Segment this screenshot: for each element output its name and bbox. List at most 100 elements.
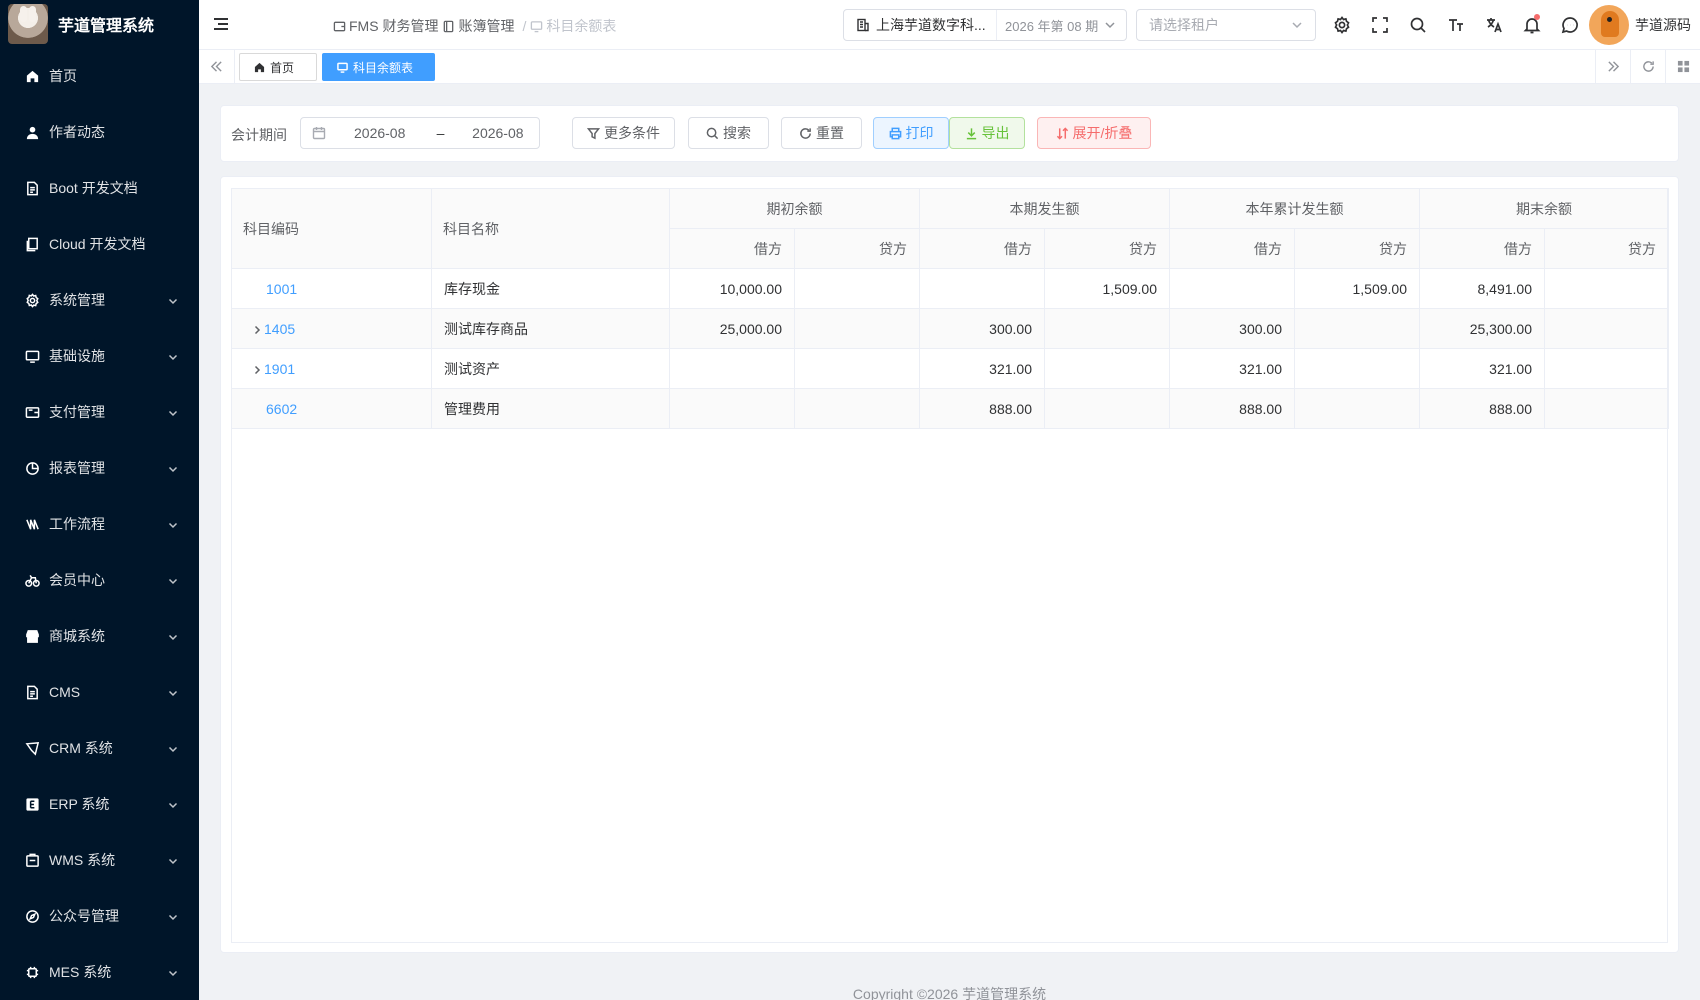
sidebar-item[interactable]: 公众号管理 bbox=[0, 888, 199, 944]
translate-icon[interactable] bbox=[1475, 14, 1513, 36]
sidebar-item-label: 报表管理 bbox=[49, 460, 105, 476]
font-size-icon[interactable] bbox=[1437, 14, 1475, 36]
bell-icon[interactable] bbox=[1513, 14, 1551, 36]
documents-icon bbox=[24, 236, 40, 252]
company-period-selector[interactable]: 上海芋道数字科... 2026 年第 08 期 bbox=[843, 9, 1127, 41]
account-code[interactable]: 1405 bbox=[264, 321, 295, 337]
sidebar-item[interactable]: MES 系统 bbox=[0, 944, 199, 1000]
column-header-debit: 借方 bbox=[669, 228, 795, 269]
filter-icon bbox=[587, 127, 600, 139]
sidebar-item[interactable]: CRM 系统 bbox=[0, 720, 199, 776]
sidebar-item[interactable]: ERP 系统 bbox=[0, 776, 199, 832]
grid-menu-icon[interactable] bbox=[1665, 50, 1700, 83]
company-select[interactable]: 上海芋道数字科... bbox=[844, 10, 997, 40]
sidebar-item[interactable]: 工作流程 bbox=[0, 496, 199, 552]
table-row[interactable]: 1901 测试资产 321.00 321.00 321.00 bbox=[231, 348, 1669, 389]
tenant-select[interactable]: 请选择租户 bbox=[1136, 9, 1316, 41]
collapse-menu-icon[interactable] bbox=[213, 16, 229, 32]
export-button[interactable]: 导出 bbox=[949, 117, 1025, 149]
more-conditions-button[interactable]: 更多条件 bbox=[572, 117, 675, 149]
printer-icon bbox=[889, 127, 901, 139]
account-code[interactable]: 6602 bbox=[266, 401, 297, 417]
reset-button[interactable]: 重置 bbox=[781, 117, 862, 149]
account-code-cell[interactable]: 1901 bbox=[231, 348, 432, 389]
amount-cell: 25,000.00 bbox=[669, 308, 795, 349]
sidebar-item[interactable]: 系统管理 bbox=[0, 272, 199, 328]
sidebar-item-label: 商城系统 bbox=[49, 628, 105, 644]
amount-cell: 888.00 bbox=[1169, 388, 1295, 429]
account-code-cell[interactable]: 1001 bbox=[231, 268, 432, 309]
account-code[interactable]: 1001 bbox=[266, 281, 297, 297]
tag-home[interactable]: 首页 bbox=[239, 53, 317, 81]
chevron-right-icon[interactable] bbox=[252, 362, 264, 374]
sidebar-item-label: WMS 系统 bbox=[49, 852, 116, 868]
breadcrumb-item[interactable]: 账簿管理 bbox=[442, 16, 514, 36]
button-label: 展开/折叠 bbox=[1072, 125, 1133, 141]
column-header-credit: 贷方 bbox=[1544, 228, 1669, 269]
tenant-placeholder: 请选择租户 bbox=[1149, 17, 1219, 33]
column-header-debit: 借方 bbox=[1419, 228, 1545, 269]
period-select[interactable]: 2026 年第 08 期 bbox=[997, 16, 1116, 35]
sidebar-item[interactable]: WMS 系统 bbox=[0, 832, 199, 888]
username: 芋道源码 bbox=[1635, 17, 1691, 33]
expand-collapse-button[interactable]: 展开/折叠 bbox=[1037, 117, 1151, 149]
sidebar-item[interactable]: Cloud 开发文档 bbox=[0, 216, 199, 272]
table-row[interactable]: 6602 管理费用 888.00 888.00 888.00 bbox=[231, 388, 1669, 429]
sidebar-item[interactable]: 报表管理 bbox=[0, 440, 199, 496]
account-code-cell[interactable]: 6602 bbox=[231, 388, 432, 429]
sidebar-item[interactable]: 会员中心 bbox=[0, 552, 199, 608]
sidebar-item[interactable]: 作者动态 bbox=[0, 104, 199, 160]
amount-cell: 321.00 bbox=[919, 348, 1045, 389]
breadcrumb-item[interactable]: FMS 财务管理 bbox=[333, 16, 438, 36]
button-label: 更多条件 bbox=[604, 125, 660, 141]
sidebar-item-label: 会员中心 bbox=[49, 572, 105, 588]
tags-actions bbox=[1595, 50, 1700, 83]
amount-cell: 1,509.00 bbox=[1294, 268, 1420, 309]
logo[interactable]: 芋道管理系统 bbox=[0, 0, 199, 48]
user-icon bbox=[24, 124, 40, 140]
user-menu[interactable]: 芋道源码 bbox=[1589, 5, 1691, 45]
sidebar-item[interactable]: 首页 bbox=[0, 48, 199, 104]
fullscreen-icon[interactable] bbox=[1361, 14, 1399, 36]
period-range-picker[interactable]: 2026-08 – 2026-08 bbox=[300, 117, 540, 149]
account-code[interactable]: 1901 bbox=[264, 361, 295, 377]
chevron-down-icon bbox=[167, 798, 179, 810]
chevron-down-icon bbox=[167, 966, 179, 978]
sidebar-item[interactable]: 商城系统 bbox=[0, 608, 199, 664]
amount-cell bbox=[1294, 308, 1420, 349]
amount-cell bbox=[1169, 268, 1295, 309]
sidebar-item[interactable]: 支付管理 bbox=[0, 384, 199, 440]
message-icon[interactable] bbox=[1551, 14, 1589, 36]
amount-cell: 321.00 bbox=[1419, 348, 1545, 389]
sidebar-item[interactable]: 基础设施 bbox=[0, 328, 199, 384]
tag-account-balance[interactable]: 科目余额表 bbox=[322, 53, 435, 81]
account-code-cell[interactable]: 1405 bbox=[231, 308, 432, 349]
scroll-left-icon[interactable] bbox=[199, 50, 235, 83]
amount-cell bbox=[1294, 388, 1420, 429]
scroll-right-icon[interactable] bbox=[1595, 50, 1630, 83]
sidebar-item-label: Cloud 开发文档 bbox=[49, 236, 146, 252]
amount-cell bbox=[669, 388, 795, 429]
account-balance-table: 科目编码 科目名称 期初余额 本期发生额 本年累计发生额 期末余额 借方 贷方 借方… bbox=[231, 188, 1669, 429]
table-row[interactable]: 1405 测试库存商品 25,000.00 300.00 300.00 25,300.00 bbox=[231, 308, 1669, 349]
search-button[interactable]: 搜索 bbox=[688, 117, 769, 149]
amount-cell bbox=[1544, 388, 1669, 429]
sidebar-item[interactable]: Boot 开发文档 bbox=[0, 160, 199, 216]
chevron-down-icon bbox=[167, 574, 179, 586]
amount-cell: 25,300.00 bbox=[1419, 308, 1545, 349]
column-group-current: 本期发生额 bbox=[919, 188, 1170, 229]
period-end[interactable]: 2026-08 bbox=[460, 125, 539, 141]
download-icon bbox=[966, 127, 976, 139]
period-start[interactable]: 2026-08 bbox=[354, 125, 421, 141]
account-name-cell: 库存现金 bbox=[431, 268, 670, 309]
wallet-icon bbox=[333, 20, 346, 33]
settings-icon[interactable] bbox=[1323, 14, 1361, 36]
chevron-down-icon bbox=[167, 910, 179, 922]
chevron-right-icon[interactable] bbox=[252, 322, 264, 334]
refresh-icon[interactable] bbox=[1630, 50, 1665, 83]
chevron-down-icon bbox=[167, 686, 179, 698]
table-row[interactable]: 1001 库存现金 10,000.00 1,509.00 1,509.00 8,491.0… bbox=[231, 268, 1669, 309]
sidebar-item[interactable]: CMS bbox=[0, 664, 199, 720]
search-icon[interactable] bbox=[1399, 14, 1437, 36]
print-button[interactable]: 打印 bbox=[873, 117, 949, 149]
